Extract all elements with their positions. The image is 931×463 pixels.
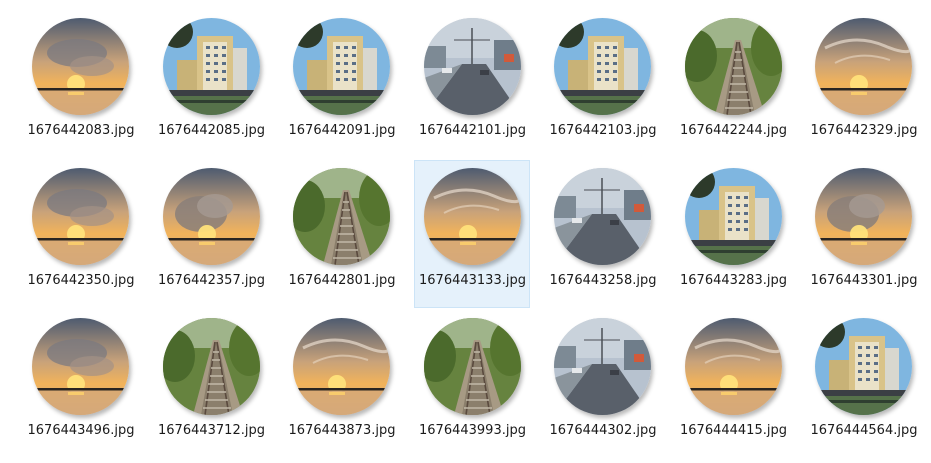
file-name-label[interactable]: 1676442329.jpg [806, 122, 922, 140]
file-item[interactable]: 1676442103.jpg [544, 10, 660, 158]
file-name-label[interactable]: 1676442083.jpg [23, 122, 139, 140]
file-name-label[interactable]: 1676443873.jpg [284, 422, 400, 440]
file-thumbnail[interactable] [162, 18, 260, 115]
file-thumbnail[interactable] [293, 318, 390, 415]
file-name-label[interactable]: 1676442801.jpg [284, 272, 400, 290]
file-thumbnail[interactable] [815, 318, 912, 415]
file-thumbnail[interactable] [32, 318, 129, 415]
file-item[interactable]: 1676443283.jpg [675, 160, 791, 308]
file-thumbnail[interactable] [684, 318, 782, 415]
file-item[interactable]: 1676442244.jpg [675, 10, 791, 158]
file-item[interactable]: 1676443133.jpg [413, 160, 531, 308]
file-item[interactable]: 1676442801.jpg [283, 160, 399, 308]
file-thumbnail[interactable] [162, 318, 260, 415]
file-thumbnail[interactable] [554, 18, 651, 115]
file-name-label[interactable]: 1676444302.jpg [545, 422, 661, 440]
file-name-label[interactable]: 1676442350.jpg [23, 272, 139, 290]
file-name-label[interactable]: 1676443496.jpg [23, 422, 139, 440]
file-item[interactable]: 1676443712.jpg [153, 310, 269, 458]
file-grid: 1676442083.jpg 1676442085.jpg 1676442091.j… [22, 10, 921, 458]
file-name-label[interactable]: 1676442091.jpg [284, 122, 400, 140]
file-item[interactable]: 1676442083.jpg [22, 10, 138, 158]
file-item[interactable]: 1676443301.jpg [805, 160, 921, 308]
file-item[interactable]: 1676444415.jpg [675, 310, 791, 458]
file-name-label[interactable]: 1676443283.jpg [676, 272, 792, 290]
file-item[interactable]: 1676444564.jpg [805, 310, 921, 458]
file-item[interactable]: 1676442101.jpg [414, 10, 530, 158]
file-thumbnail[interactable] [423, 18, 521, 115]
file-item[interactable]: 1676443873.jpg [283, 310, 399, 458]
file-item[interactable]: 1676444302.jpg [544, 310, 660, 458]
file-name-label[interactable]: 1676443993.jpg [415, 422, 531, 440]
file-item[interactable]: 1676442085.jpg [153, 10, 269, 158]
file-name-label[interactable]: 1676443712.jpg [154, 422, 270, 440]
file-thumbnail[interactable] [423, 168, 521, 265]
file-thumbnail[interactable] [32, 18, 129, 115]
file-name-label[interactable]: 1676444564.jpg [806, 422, 922, 440]
file-thumbnail[interactable] [554, 168, 651, 265]
file-thumbnail[interactable] [684, 168, 782, 265]
file-item[interactable]: 1676443258.jpg [544, 160, 660, 308]
file-name-label[interactable]: 1676444415.jpg [676, 422, 792, 440]
file-item[interactable]: 1676442350.jpg [22, 160, 138, 308]
file-thumbnail[interactable] [554, 318, 651, 415]
file-thumbnail[interactable] [684, 18, 782, 115]
file-name-label[interactable]: 1676442357.jpg [154, 272, 270, 290]
file-item[interactable]: 1676443496.jpg [22, 310, 138, 458]
file-item[interactable]: 1676442357.jpg [153, 160, 269, 308]
file-thumbnail[interactable] [815, 18, 912, 115]
file-thumbnail[interactable] [162, 168, 260, 265]
file-name-label[interactable]: 1676442101.jpg [415, 122, 531, 140]
file-item[interactable]: 1676442329.jpg [805, 10, 921, 158]
file-thumbnail[interactable] [815, 168, 912, 265]
file-thumbnail[interactable] [32, 168, 129, 265]
file-thumbnail[interactable] [293, 168, 390, 265]
file-name-label[interactable]: 1676443133.jpg [415, 272, 531, 290]
file-name-label[interactable]: 1676442085.jpg [154, 122, 270, 140]
file-name-label[interactable]: 1676443301.jpg [806, 272, 922, 290]
file-thumbnail[interactable] [423, 318, 521, 415]
file-item[interactable]: 1676442091.jpg [283, 10, 399, 158]
file-name-label[interactable]: 1676442103.jpg [545, 122, 661, 140]
file-name-label[interactable]: 1676442244.jpg [676, 122, 792, 140]
file-name-label[interactable]: 1676443258.jpg [545, 272, 661, 290]
file-item[interactable]: 1676443993.jpg [414, 310, 530, 458]
file-thumbnail[interactable] [293, 18, 390, 115]
